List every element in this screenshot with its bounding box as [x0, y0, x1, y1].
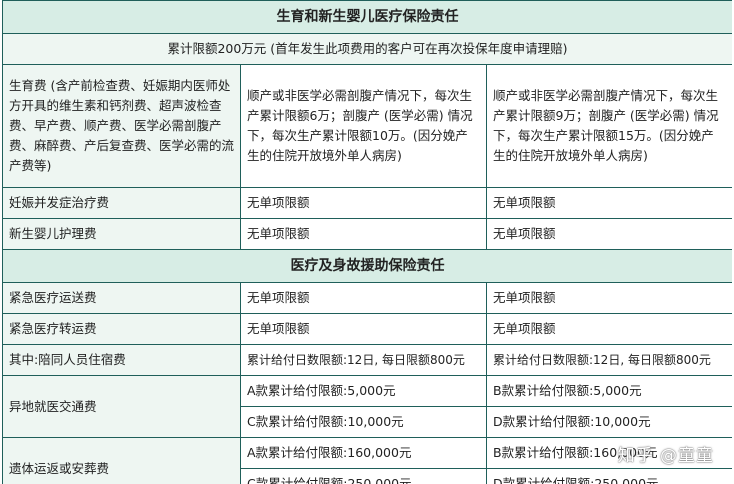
table-row: 紧急医疗运送费 无单项限额 无单项限额 — [2, 282, 732, 314]
row-value-col1: 无单项限额 — [240, 187, 487, 219]
section-header-maternity: 生育和新生婴儿医疗保险责任 — [2, 0, 732, 34]
row-value-col1: 累计给付日数限额:12日, 每日限额800元 — [240, 344, 487, 376]
section-title-maternity: 生育和新生婴儿医疗保险责任 — [2, 0, 732, 34]
row-value-plan-d: D款累计给付限额:250,000元 — [486, 468, 732, 484]
row-value-col1: 无单项限额 — [240, 282, 487, 314]
row-label-birth-fee: 生育费 (含产前检查费、妊娠期内医师处方开具的维生素和钙剂费、超声波检查费、早产… — [2, 64, 241, 188]
row-value-plan-c: C款累计给付限额:10,000元 — [240, 406, 487, 438]
row-value-col2: 无单项限额 — [486, 282, 732, 314]
row-value-col1: 顺产或非医学必需剖腹产情况下，每次生产累计限额6万；剖腹产 (医学必需) 情况下… — [240, 64, 487, 188]
row-value-col2: 顺产或非医学必需剖腹产情况下，每次生产累计限额9万；剖腹产 (医学必需) 情况下… — [486, 64, 732, 188]
row-label-emergency-transfer: 紧急医疗转运费 — [2, 313, 241, 345]
insurance-table-container: 生育和新生婴儿医疗保险责任 累计限额200万元 (首年发生此项费用的客户可在再次… — [2, 0, 732, 484]
row-label-emergency-transport: 紧急医疗运送费 — [2, 282, 241, 314]
watermark: 知乎 @童童 — [617, 446, 714, 466]
row-label-remains-repatriation: 遗体运返或安葬费 — [2, 437, 241, 484]
row-value-col1: 无单项限额 — [240, 218, 487, 250]
table-row: 新生婴儿护理费 无单项限额 无单项限额 — [2, 218, 732, 250]
section-subtitle-row: 累计限额200万元 (首年发生此项费用的客户可在再次投保年度申请理赔) — [2, 33, 732, 65]
row-value-col2: 无单项限额 — [486, 313, 732, 345]
table-row: 其中:陪同人员住宿费 累计给付日数限额:12日, 每日限额800元 累计给付日数… — [2, 344, 732, 376]
section-header-assistance: 医疗及身故援助保险责任 — [2, 249, 732, 283]
insurance-coverage-table: 生育和新生婴儿医疗保险责任 累计限额200万元 (首年发生此项费用的客户可在再次… — [2, 0, 732, 484]
table-row: 生育费 (含产前检查费、妊娠期内医师处方开具的维生素和钙剂费、超声波检查费、早产… — [2, 64, 732, 188]
row-value-col2: 无单项限额 — [486, 187, 732, 219]
row-value-plan-a: A款累计给付限额:5,000元 — [240, 375, 487, 407]
table-row: 妊娠并发症治疗费 无单项限额 无单项限额 — [2, 187, 732, 219]
row-label-travel-expense: 异地就医交通费 — [2, 375, 241, 438]
row-value-col1: 无单项限额 — [240, 313, 487, 345]
row-value-col2: 累计给付日数限额:12日, 每日限额800元 — [486, 344, 732, 376]
section-subtitle-maternity: 累计限额200万元 (首年发生此项费用的客户可在再次投保年度申请理赔) — [2, 33, 732, 65]
row-label-companion-lodging: 其中:陪同人员住宿费 — [2, 344, 241, 376]
row-label-newborn-care: 新生婴儿护理费 — [2, 218, 241, 250]
table-row: 紧急医疗转运费 无单项限额 无单项限额 — [2, 313, 732, 345]
row-value-plan-c: C款累计给付限额:250,000元 — [240, 468, 487, 484]
row-value-plan-a: A款累计给付限额:160,000元 — [240, 437, 487, 469]
row-label-pregnancy-complication: 妊娠并发症治疗费 — [2, 187, 241, 219]
row-value-plan-b: B款累计给付限额:5,000元 — [486, 375, 732, 407]
row-value-col2: 无单项限额 — [486, 218, 732, 250]
table-row: 异地就医交通费 A款累计给付限额:5,000元 B款累计给付限额:5,000元 — [2, 375, 732, 438]
row-value-plan-d: D款累计给付限额:10,000元 — [486, 406, 732, 438]
section-title-assistance: 医疗及身故援助保险责任 — [2, 249, 732, 283]
